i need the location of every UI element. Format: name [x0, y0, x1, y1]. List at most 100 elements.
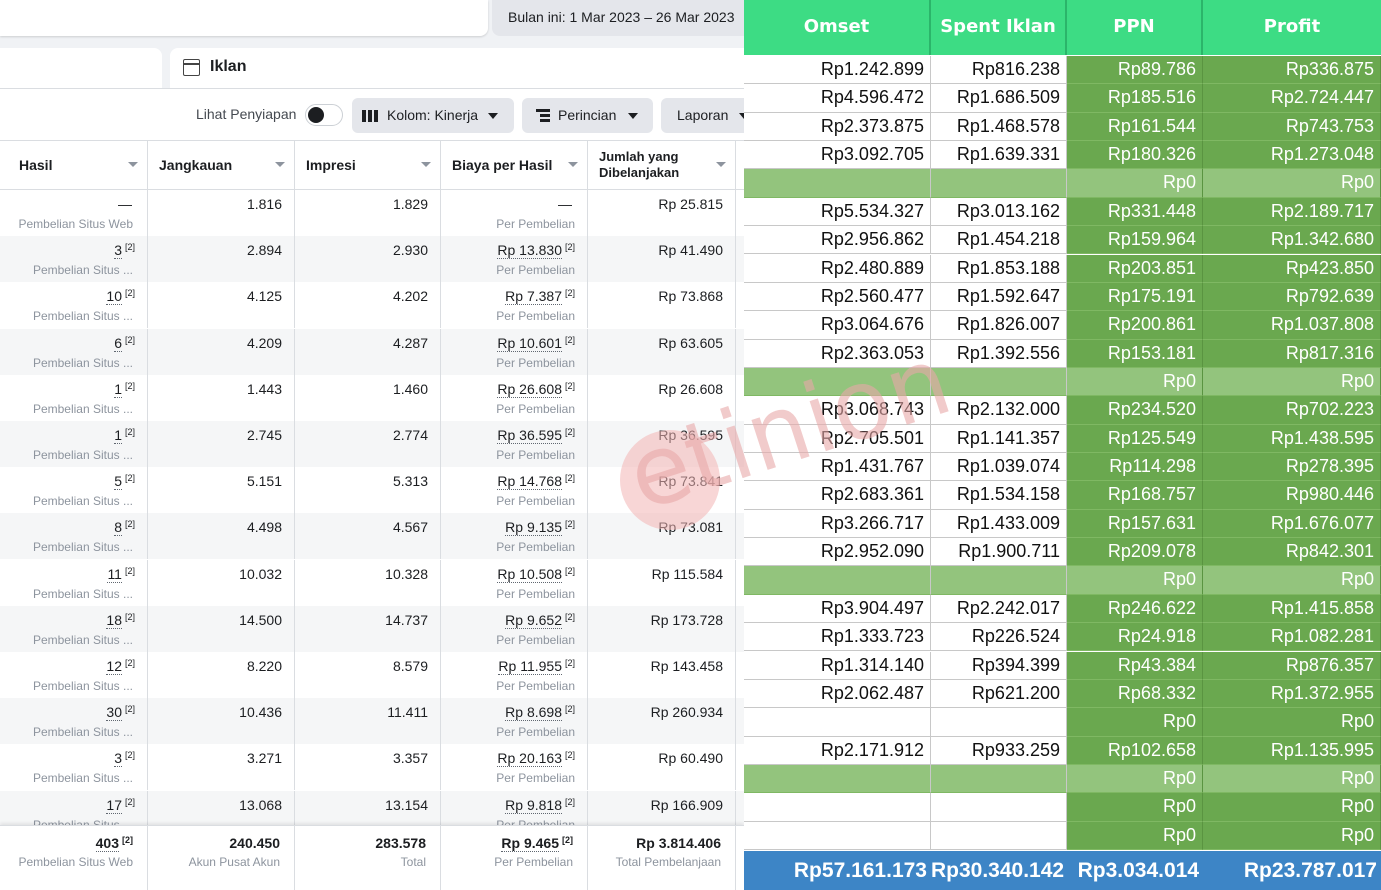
results-value[interactable]: 3 — [114, 242, 122, 260]
cost-per-result-value[interactable]: Rp 9.652 — [505, 611, 562, 629]
sort-caret-icon[interactable] — [716, 162, 726, 167]
profit-cell[interactable]: Rp792.639 — [1203, 282, 1381, 312]
omset-cell[interactable] — [744, 764, 931, 794]
spent-cell[interactable] — [931, 566, 1067, 595]
spent-cell[interactable]: Rp816.238 — [931, 56, 1067, 85]
profit-cell[interactable]: Rp1.037.808 — [1203, 311, 1381, 340]
ppn-cell[interactable]: Rp114.298 — [1067, 453, 1203, 482]
sort-caret-icon[interactable] — [275, 162, 285, 167]
omset-cell[interactable]: Rp2.705.501 — [744, 424, 931, 453]
ppn-cell[interactable]: Rp157.631 — [1067, 509, 1203, 539]
results-value[interactable]: 1 — [114, 427, 122, 444]
omset-cell[interactable]: Rp2.363.053 — [744, 339, 931, 368]
omset-cell[interactable]: Rp1.333.723 — [744, 623, 931, 652]
profit-cell[interactable]: Rp0 — [1203, 764, 1381, 794]
spent-cell[interactable]: Rp1.039.074 — [931, 453, 1067, 482]
omset-cell[interactable] — [744, 169, 931, 198]
spent-cell[interactable]: Rp1.686.509 — [931, 84, 1067, 113]
omset-cell[interactable]: Rp2.952.090 — [744, 538, 931, 567]
results-value[interactable]: 6 — [114, 334, 122, 352]
ppn-cell[interactable]: Rp175.191 — [1067, 282, 1203, 312]
spent-cell[interactable]: Rp1.468.578 — [931, 112, 1067, 142]
preview-toggle[interactable] — [305, 104, 343, 126]
table-row[interactable]: 3 [2] Pembelian Situs ... 3.271 3.357 Rp 20.1… — [0, 744, 744, 791]
spent-cell[interactable]: Rp226.524 — [931, 623, 1067, 652]
results-value[interactable]: 11 — [107, 565, 122, 583]
spent-cell[interactable]: Rp1.454.218 — [931, 226, 1067, 255]
search-bar[interactable] — [0, 0, 488, 36]
tab-ads[interactable]: Iklan — [170, 48, 744, 88]
cost-per-result-value[interactable]: Rp 9.818 — [505, 796, 562, 814]
results-value[interactable]: 30 — [106, 704, 122, 722]
spent-cell[interactable]: Rp1.141.357 — [931, 424, 1067, 453]
omset-cell[interactable] — [744, 708, 931, 737]
profit-cell[interactable]: Rp278.395 — [1203, 453, 1381, 482]
spent-cell[interactable]: Rp933.259 — [931, 736, 1067, 765]
ppn-cell[interactable]: Rp209.078 — [1067, 538, 1203, 567]
table-row[interactable]: 6 [2] Pembelian Situs ... 4.209 4.287 Rp 10.6… — [0, 328, 744, 375]
omset-cell[interactable]: Rp2.480.889 — [744, 254, 931, 283]
profit-cell[interactable]: Rp0 — [1203, 367, 1381, 397]
results-value[interactable]: 8 — [114, 519, 122, 537]
table-row[interactable]: 18 [2] Pembelian Situs ... 14.500 14.737 Rp 9… — [0, 605, 744, 652]
results-value[interactable]: 10 — [106, 288, 122, 306]
omset-cell[interactable]: Rp2.683.361 — [744, 481, 931, 510]
table-row[interactable]: 10 [2] Pembelian Situs ... 4.125 4.202 Rp 7.3… — [0, 282, 744, 329]
ppn-cell[interactable]: Rp161.544 — [1067, 112, 1203, 142]
results-value[interactable]: 3 — [114, 750, 122, 768]
ppn-cell[interactable]: Rp0 — [1067, 821, 1203, 850]
omset-cell[interactable]: Rp2.956.862 — [744, 226, 931, 255]
omset-cell[interactable]: Rp1.431.767 — [744, 453, 931, 482]
table-row[interactable]: 12 [2] Pembelian Situs ... 8.220 8.579 Rp 11.… — [0, 652, 744, 698]
spent-cell[interactable]: Rp1.639.331 — [931, 141, 1067, 170]
spent-cell[interactable] — [931, 367, 1067, 397]
profit-cell[interactable]: Rp842.301 — [1203, 538, 1381, 567]
cost-per-result-value[interactable]: Rp 14.768 — [497, 473, 562, 491]
spent-cell[interactable]: Rp1.392.556 — [931, 339, 1067, 368]
date-range-button[interactable]: Bulan ini: 1 Mar 2023 – 26 Mar 2023 — [492, 0, 744, 36]
sheet-total-spent[interactable]: Rp30.340.142 — [931, 851, 1067, 890]
table-row[interactable]: 8 [2] Pembelian Situs ... 4.498 4.567 Rp 9.13… — [0, 513, 744, 560]
profit-cell[interactable]: Rp1.372.955 — [1203, 679, 1381, 709]
ppn-cell[interactable]: Rp102.658 — [1067, 736, 1203, 765]
cost-per-result-value[interactable]: Rp 36.595 — [497, 427, 562, 444]
ppn-cell[interactable]: Rp43.384 — [1067, 651, 1203, 680]
ppn-cell[interactable]: Rp89.786 — [1067, 56, 1203, 85]
omset-cell[interactable]: Rp1.242.899 — [744, 56, 931, 85]
ppn-cell[interactable]: Rp68.332 — [1067, 679, 1203, 709]
omset-cell[interactable]: Rp2.062.487 — [744, 679, 931, 709]
spent-cell[interactable]: Rp1.592.647 — [931, 282, 1067, 312]
ppn-cell[interactable]: Rp168.757 — [1067, 481, 1203, 510]
omset-cell[interactable] — [744, 821, 931, 850]
spent-cell[interactable] — [931, 764, 1067, 794]
ppn-cell[interactable]: Rp200.861 — [1067, 311, 1203, 340]
spent-cell[interactable]: Rp2.132.000 — [931, 396, 1067, 425]
omset-cell[interactable]: Rp4.596.472 — [744, 84, 931, 113]
ppn-cell[interactable]: Rp246.622 — [1067, 594, 1203, 624]
profit-cell[interactable]: Rp0 — [1203, 708, 1381, 737]
ppn-cell[interactable]: Rp0 — [1067, 793, 1203, 822]
cost-per-result-value[interactable]: Rp 13.830 — [497, 242, 562, 260]
ppn-cell[interactable]: Rp153.181 — [1067, 339, 1203, 368]
profit-cell[interactable]: Rp1.676.077 — [1203, 509, 1381, 539]
breakdown-dropdown-button[interactable]: Perincian — [522, 98, 653, 133]
spent-cell[interactable] — [931, 169, 1067, 198]
cost-per-result-value[interactable]: Rp 7.387 — [505, 288, 562, 306]
column-header-amount-spent[interactable]: Jumlah yang Dibelanjakan — [588, 141, 736, 189]
ppn-cell[interactable]: Rp125.549 — [1067, 424, 1203, 453]
spent-cell[interactable]: Rp1.900.711 — [931, 538, 1067, 567]
sheet-total-ppn[interactable]: Rp3.034.014 — [1067, 851, 1203, 890]
ppn-cell[interactable]: Rp331.448 — [1067, 197, 1203, 227]
cost-per-result-value[interactable]: Rp 20.163 — [497, 750, 562, 768]
table-row[interactable]: 1 [2] Pembelian Situs ... 2.745 2.774 Rp 36.5… — [0, 421, 744, 467]
table-row[interactable]: 1 [2] Pembelian Situs ... 1.443 1.460 Rp 26.6… — [0, 374, 744, 421]
sort-caret-icon[interactable] — [421, 162, 431, 167]
ppn-cell[interactable]: Rp0 — [1067, 169, 1203, 198]
profit-cell[interactable]: Rp876.357 — [1203, 651, 1381, 680]
profit-cell[interactable]: Rp743.753 — [1203, 112, 1381, 142]
sheet-header-ppn[interactable]: PPN — [1067, 0, 1203, 55]
ppn-cell[interactable]: Rp0 — [1067, 367, 1203, 397]
ppn-cell[interactable]: Rp159.964 — [1067, 226, 1203, 255]
profit-cell[interactable]: Rp1.082.281 — [1203, 623, 1381, 652]
profit-cell[interactable]: Rp1.135.995 — [1203, 736, 1381, 765]
